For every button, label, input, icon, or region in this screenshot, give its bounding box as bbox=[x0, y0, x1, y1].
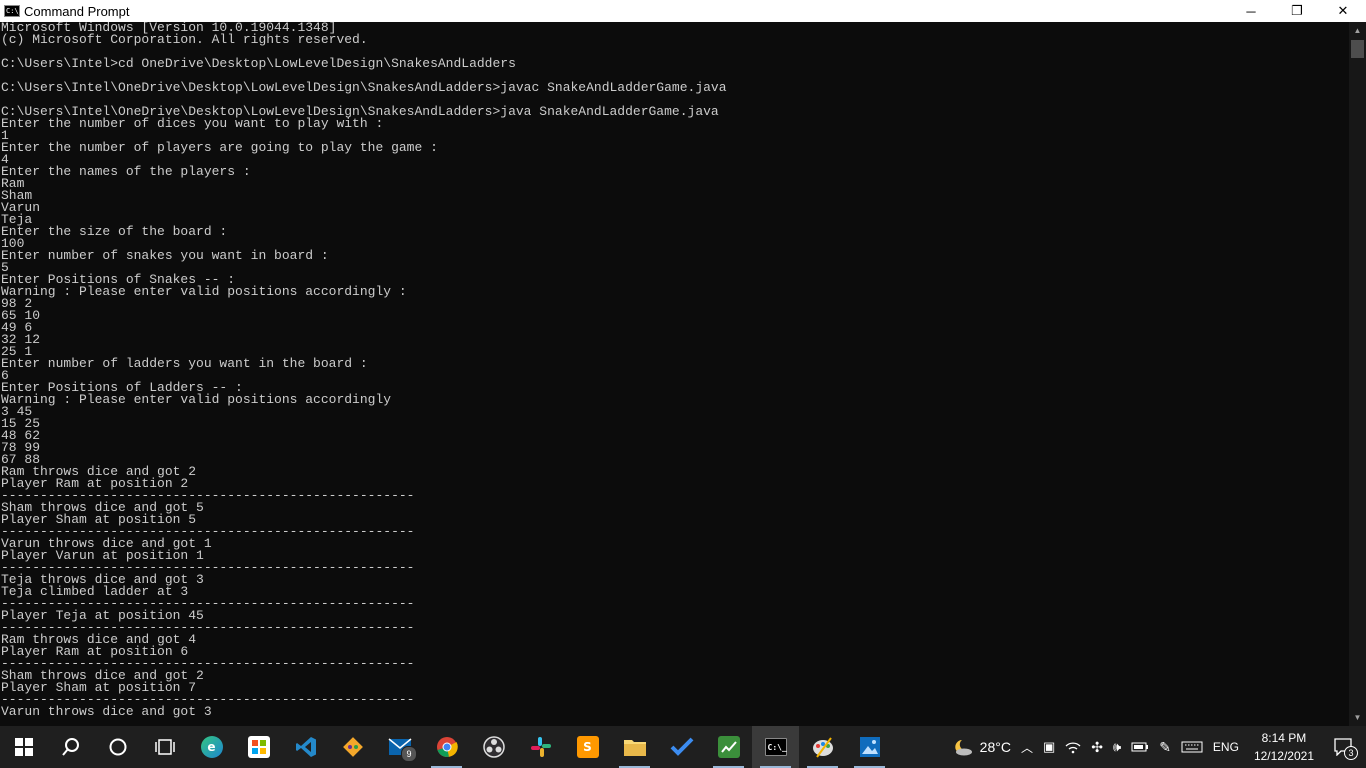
terminal-icon: C:\_ bbox=[764, 738, 787, 756]
console-line: C:\Users\Intel>cd OneDrive\Desktop\LowLe… bbox=[1, 56, 516, 71]
minimize-button[interactable]: ─ bbox=[1228, 0, 1274, 22]
scroll-down-icon[interactable]: ▼ bbox=[1349, 709, 1366, 726]
task-manager-app[interactable] bbox=[705, 726, 752, 768]
restore-button[interactable]: ❐ bbox=[1274, 0, 1320, 22]
mail-app[interactable]: 9 bbox=[376, 726, 423, 768]
search-button[interactable] bbox=[47, 726, 94, 768]
slack-icon bbox=[530, 737, 551, 757]
scroll-thumb[interactable] bbox=[1351, 40, 1364, 58]
search-icon bbox=[61, 738, 79, 756]
todo-app[interactable] bbox=[658, 726, 705, 768]
console-line: Enter number of snakes you want in board… bbox=[1, 248, 329, 263]
meet-now-icon[interactable]: ▣ bbox=[1038, 726, 1060, 768]
file-explorer-app[interactable] bbox=[611, 726, 658, 768]
close-button[interactable]: ✕ bbox=[1320, 0, 1366, 22]
pen-icon[interactable]: ✎ bbox=[1154, 726, 1176, 768]
battery-icon[interactable] bbox=[1126, 726, 1154, 768]
console-line: Enter the names of the players : bbox=[1, 164, 251, 179]
console-line: Enter the size of the board : bbox=[1, 224, 228, 239]
notification-center-button[interactable]: 3 bbox=[1324, 726, 1366, 768]
chevron-up-icon: ︿ bbox=[1020, 740, 1033, 755]
scroll-up-icon[interactable]: ▲ bbox=[1349, 22, 1366, 39]
store-app[interactable] bbox=[235, 726, 282, 768]
edge-icon: e bbox=[200, 736, 223, 758]
chrome-app[interactable] bbox=[423, 726, 470, 768]
sublime-icon: S bbox=[576, 736, 599, 758]
cortana-button[interactable] bbox=[94, 726, 141, 768]
mail-badge: 9 bbox=[401, 746, 417, 762]
folder-icon bbox=[623, 740, 646, 756]
console-line: Warning : Please enter valid positions a… bbox=[1, 284, 407, 299]
weather-temp: 28°C bbox=[979, 739, 1011, 755]
network-icon[interactable] bbox=[1060, 726, 1086, 768]
vscode-app[interactable] bbox=[282, 726, 329, 768]
notification-count: 3 bbox=[1344, 746, 1358, 760]
console-line: Varun throws dice and got 3 bbox=[1, 704, 212, 719]
sublime-app[interactable]: S bbox=[564, 726, 611, 768]
clock[interactable]: 8:14 PM 12/12/2021 bbox=[1244, 729, 1324, 765]
window-title: Command Prompt bbox=[24, 3, 130, 19]
paint-icon bbox=[812, 737, 833, 758]
git-app[interactable] bbox=[329, 726, 376, 768]
console-line: (c) Microsoft Corporation. All rights re… bbox=[1, 32, 368, 47]
chart-icon bbox=[717, 736, 740, 758]
command-prompt-app[interactable]: C:\_ bbox=[752, 726, 799, 768]
console-line: Warning : Please enter valid positions a… bbox=[1, 392, 392, 407]
console-text: Microsoft Windows [Version 10.0.19044.13… bbox=[0, 22, 1349, 718]
photos-icon bbox=[859, 737, 880, 757]
edge-app[interactable]: e bbox=[188, 726, 235, 768]
show-hidden-icons-button[interactable]: ︿ bbox=[1016, 726, 1038, 768]
system-tray: 28°C ︿ ▣ ✣ 🕪 ✎ ENG 8:14 PM 12/12/2021 3 bbox=[947, 726, 1366, 768]
console-output[interactable]: Microsoft Windows [Version 10.0.19044.13… bbox=[0, 22, 1349, 722]
windows-icon bbox=[14, 738, 33, 756]
git-icon bbox=[342, 736, 364, 758]
console-line: Enter number of ladders you want in the … bbox=[1, 356, 368, 371]
paint-app[interactable] bbox=[799, 726, 846, 768]
clock-time: 8:14 PM bbox=[1261, 731, 1307, 745]
console-line: Enter the number of players are going to… bbox=[1, 140, 438, 155]
slack-app[interactable] bbox=[517, 726, 564, 768]
title-bar[interactable]: C:\_ Command Prompt ─ ❐ ✕ bbox=[0, 0, 1366, 22]
console-line: C:\Users\Intel\OneDrive\Desktop\LowLevel… bbox=[1, 80, 727, 95]
window-controls: ─ ❐ ✕ bbox=[1228, 0, 1366, 22]
volume-icon[interactable]: 🕪 bbox=[1108, 726, 1126, 768]
night-cloud-icon bbox=[954, 740, 972, 756]
obs-icon bbox=[482, 736, 505, 758]
vertical-scrollbar[interactable]: ▲ ▼ bbox=[1349, 22, 1366, 726]
task-view-button[interactable] bbox=[141, 726, 188, 768]
command-prompt-icon: C:\_ bbox=[4, 5, 20, 17]
obs-app[interactable] bbox=[470, 726, 517, 768]
language-indicator[interactable]: ENG bbox=[1208, 726, 1244, 768]
weather-widget[interactable]: 28°C bbox=[947, 726, 1016, 768]
task-view-icon bbox=[154, 739, 175, 755]
console-line: Enter the number of dices you want to pl… bbox=[1, 116, 384, 131]
keyboard-icon[interactable] bbox=[1176, 726, 1208, 768]
taskbar: e 9 S C:\_ 28°C ︿ ▣ ✣ 🕪 ✎ ENG 8:14 PM 12… bbox=[0, 726, 1366, 768]
vscode-icon bbox=[295, 737, 316, 757]
photos-app[interactable] bbox=[846, 726, 893, 768]
clock-date: 12/12/2021 bbox=[1253, 749, 1314, 763]
store-icon bbox=[247, 736, 270, 758]
start-button[interactable] bbox=[0, 726, 47, 768]
cortana-icon bbox=[109, 738, 126, 756]
slack-tray-icon[interactable]: ✣ bbox=[1086, 726, 1108, 768]
checkmark-icon bbox=[670, 737, 693, 756]
chrome-icon bbox=[436, 737, 458, 757]
